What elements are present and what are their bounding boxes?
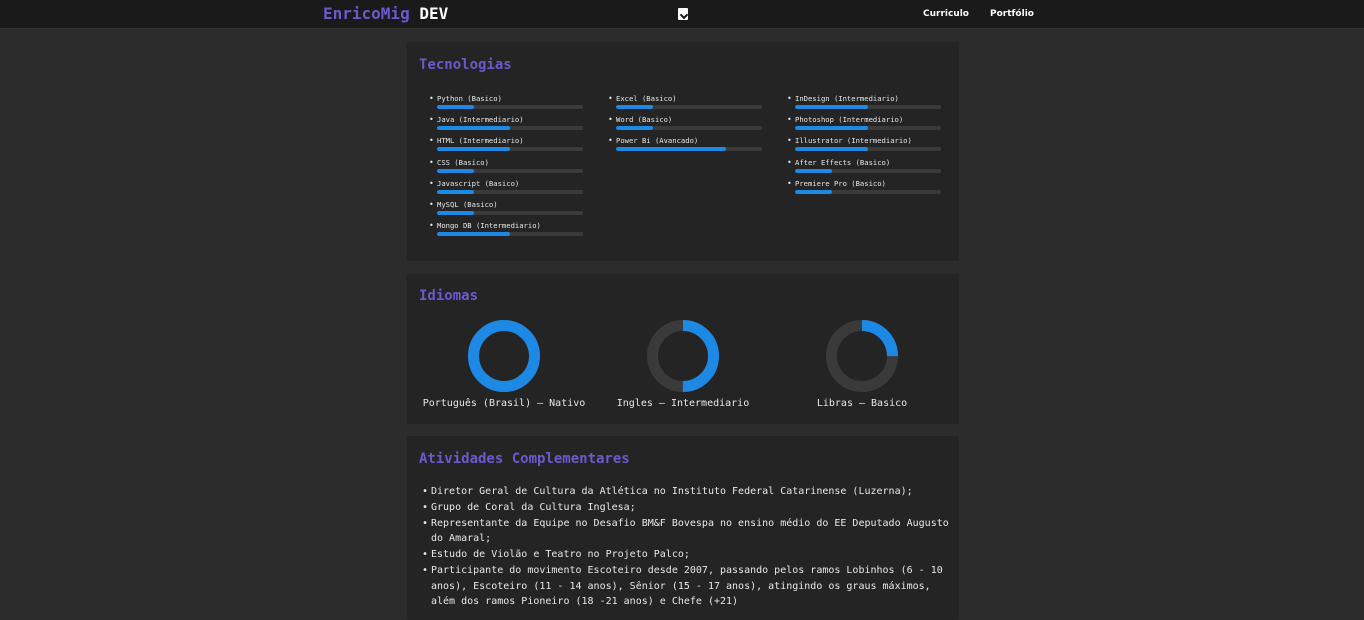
language-item: Libras – Basico [772,320,952,409]
skill-progress-bar [616,105,762,109]
skill-progress-bar [437,189,583,194]
nav-curriculo[interactable]: Curriculo [923,9,969,19]
skill-item: CSS (Basico) [425,158,583,179]
brand-first: EnricoMig [323,4,410,23]
language-ring [826,320,898,392]
list-item: Diretor Geral de Cultura da Atlética no … [422,484,951,500]
skill-item: Power Bi (Avancado) [604,136,762,157]
skill-progress-fill [437,232,510,237]
skill-label: MySQL (Basico) [429,200,498,209]
language-ring [468,320,540,392]
skill-label: Power Bi (Avancado) [608,136,698,145]
skill-item: Mongo DB (Intermediario) [425,221,583,242]
skill-item: HTML (Intermediario) [425,136,583,157]
skill-item: Python (Basico) [425,94,583,115]
language-item: Ingles – Intermediario [593,320,773,409]
language-label: Português (Brasil) – Nativo [422,398,586,409]
atividades-card: Atividades Complementares Diretor Geral … [407,436,959,620]
language-label: Ingles – Intermediario [616,398,750,409]
tecnologias-card: Tecnologias Python (Basico) Java (Interme… [407,42,959,261]
skill-item: InDesign (Intermediario) [783,94,941,115]
skill-progress-fill [437,168,474,173]
skill-label: Premiere Pro (Basico) [787,179,886,188]
skill-label: Python (Basico) [429,94,502,103]
skill-item: Excel (Basico) [604,94,762,115]
nav-portfolio[interactable]: Portfólio [990,9,1034,19]
list-item: Grupo de Coral da Cultura Inglesa; [422,500,951,516]
brand-logo[interactable]: EnricoMig DEV [323,4,448,23]
skill-progress-bar [437,126,583,131]
skill-item: Java (Intermediario) [425,115,583,136]
skill-progress-bar [795,189,941,194]
skill-progress-fill [795,147,868,152]
skill-label: Mongo DB (Intermediario) [429,221,541,230]
language-label: Libras – Basico [816,398,908,409]
skill-progress-fill [616,126,653,131]
language-item: Português (Brasil) – Nativo [414,320,594,409]
idiomas-card: Idiomas Português (Brasil) – Nativo Ingl… [407,274,959,424]
skill-label: Excel (Basico) [608,94,677,103]
idiomas-title: Idiomas [419,288,479,304]
skill-progress-fill [437,147,510,152]
skill-progress-fill [795,126,868,131]
atividades-title: Atividades Complementares [419,451,630,467]
skill-progress-bar [616,126,762,131]
skill-label: Word (Basico) [608,115,672,124]
skill-progress-bar [437,168,583,173]
list-item: Participante do movimento Escoteiro desd… [422,563,951,609]
tech-column-1: Python (Basico) Java (Intermediario) HTML … [425,94,583,242]
tech-column-3: InDesign (Intermediario) Photoshop (Inter… [783,94,941,200]
list-item: Representante da Equipe no Desafio BM&F … [422,516,951,547]
skill-progress-bar [437,147,583,152]
atividades-list: Diretor Geral de Cultura da Atlética no … [422,484,951,610]
skill-progress-fill [616,147,726,152]
skill-label: After Effects (Basico) [787,158,890,167]
skill-item: Photoshop (Intermediario) [783,115,941,136]
skill-label: CSS (Basico) [429,158,489,167]
skill-progress-fill [616,105,653,109]
language-ring [647,320,719,392]
skill-label: Illustrator (Intermediario) [787,136,912,145]
file-download-icon[interactable] [678,8,688,20]
tecnologias-title: Tecnologias [419,57,512,73]
list-item: Estudo de Violão e Teatro no Projeto Pal… [422,547,951,563]
skill-progress-fill [437,126,510,131]
ring-fill [468,320,540,392]
skill-item: MySQL (Basico) [425,200,583,221]
skill-progress-bar [616,147,762,152]
brand-second: DEV [419,4,449,23]
skill-item: Word (Basico) [604,115,762,136]
skill-progress-fill [437,189,474,194]
skill-label: HTML (Intermediario) [429,136,524,145]
skill-progress-fill [795,189,832,194]
skill-progress-fill [437,105,474,109]
skill-progress-fill [795,105,868,109]
skill-progress-bar [795,126,941,131]
skill-item: Javascript (Basico) [425,179,583,200]
skill-progress-bar [795,168,941,173]
skill-progress-fill [795,168,832,173]
top-navbar: EnricoMig DEV Curriculo Portfólio [0,0,1364,29]
skill-item: After Effects (Basico) [783,158,941,179]
skill-label: Java (Intermediario) [429,115,524,124]
skill-progress-bar [437,105,583,109]
skill-item: Premiere Pro (Basico) [783,179,941,200]
skill-progress-fill [437,210,474,215]
skill-item: Illustrator (Intermediario) [783,136,941,157]
skill-label: Photoshop (Intermediario) [787,115,903,124]
skill-label: InDesign (Intermediario) [787,94,899,103]
skill-progress-bar [795,105,941,109]
skill-progress-bar [437,232,583,237]
skill-progress-bar [437,210,583,215]
tech-column-2: Excel (Basico) Word (Basico) Power Bi (Ava… [604,94,762,158]
skill-progress-bar [795,147,941,152]
skill-label: Javascript (Basico) [429,179,519,188]
